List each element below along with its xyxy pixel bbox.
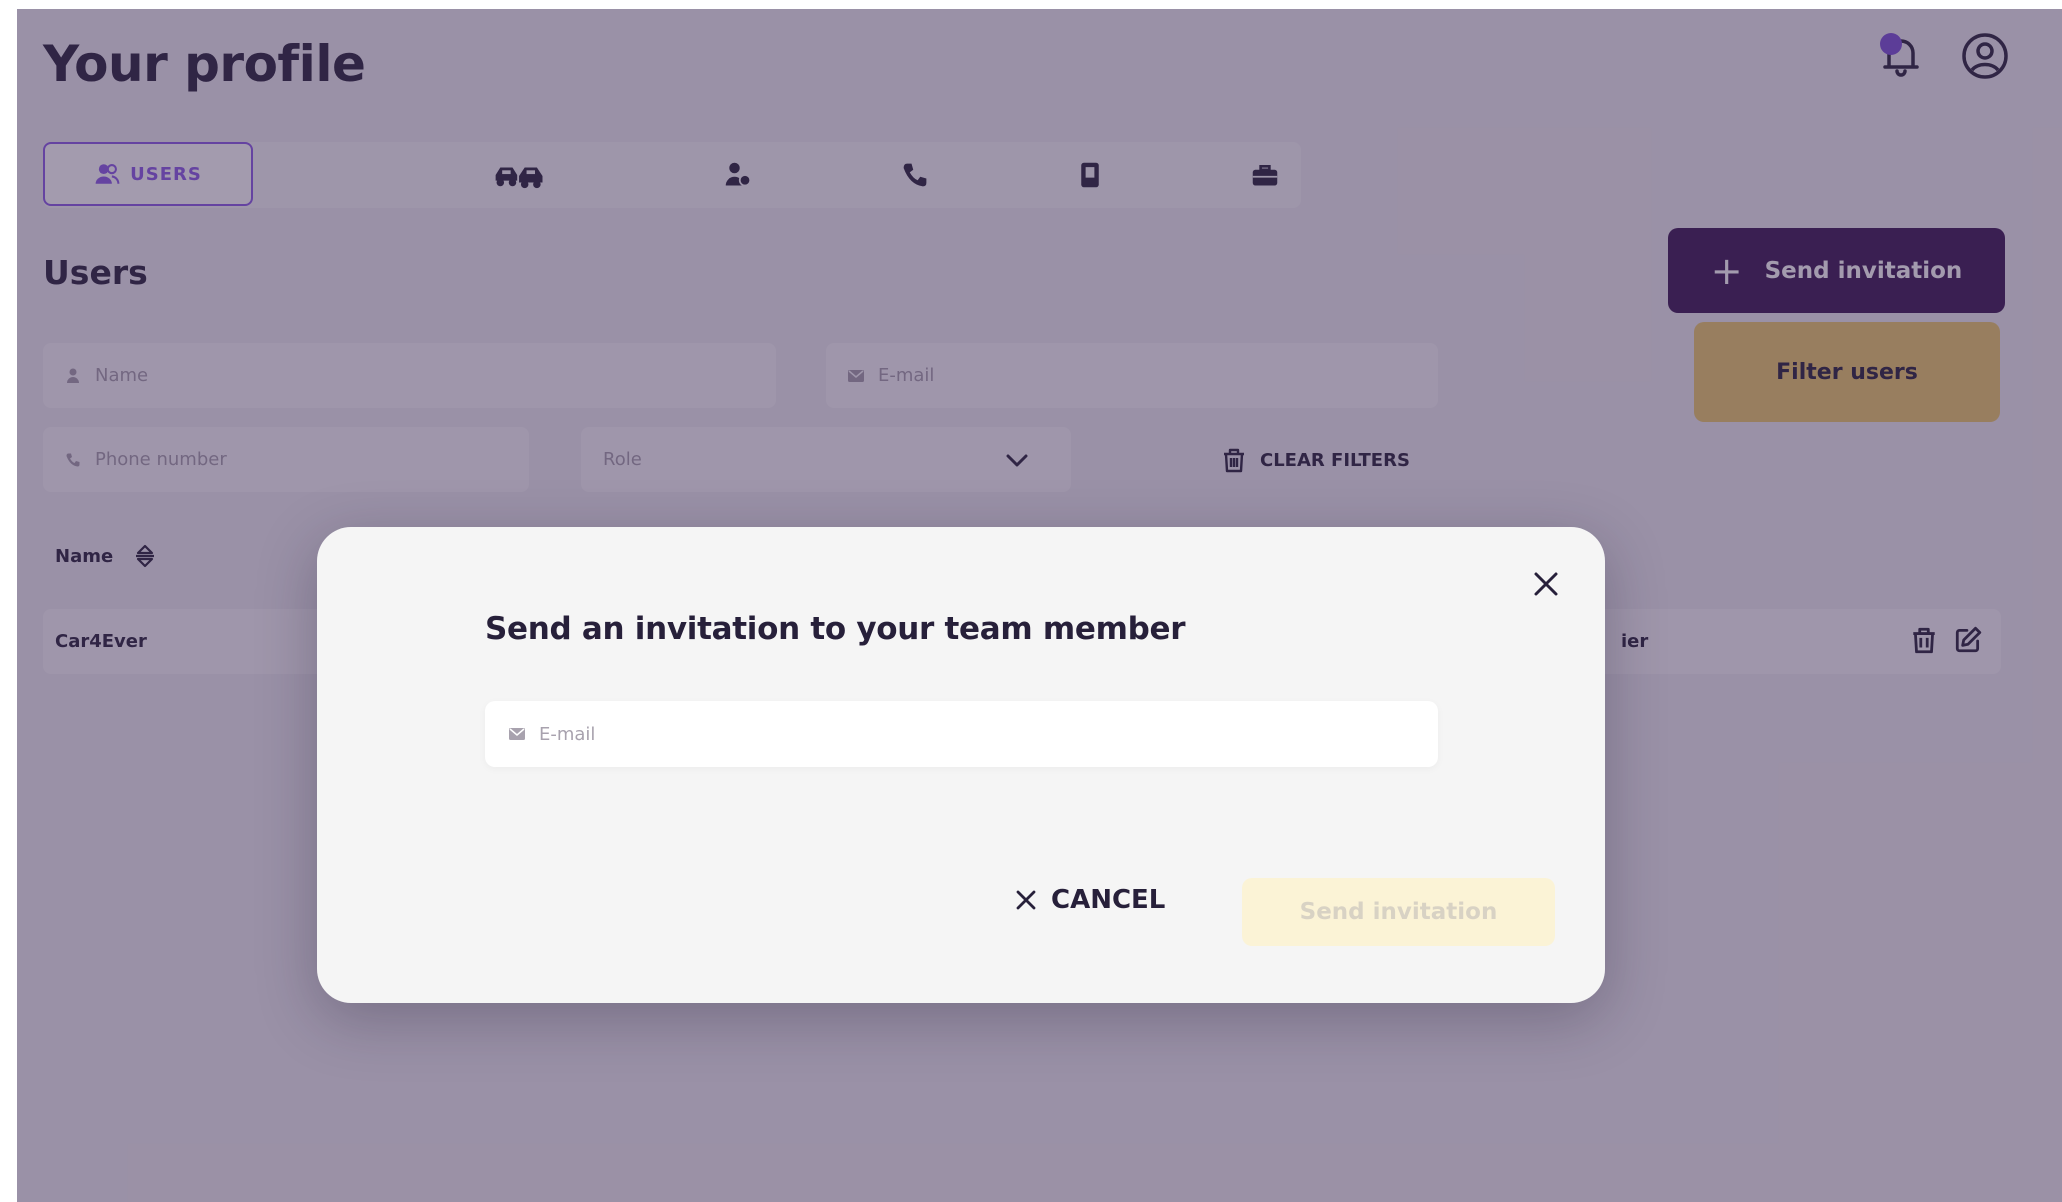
cancel-button[interactable]: CANCEL [1013,885,1165,915]
cancel-label: CANCEL [1051,885,1166,915]
modal-email-input[interactable] [539,723,1419,745]
modal-send-invitation-label: Send invitation [1299,899,1498,925]
modal-title: Send an invitation to your team member [485,611,1186,647]
modal-send-invitation-button[interactable]: Send invitation [1242,878,1555,946]
modal-close-button[interactable] [1529,567,1563,601]
close-icon [1534,572,1558,596]
invite-modal: Send an invitation to your team member C… [317,527,1605,1003]
modal-email-field[interactable] [485,701,1438,767]
envelope-icon [509,728,525,740]
close-icon [1016,890,1036,910]
app-frame: Your profile USERS Users + Send invitati… [17,9,2062,1202]
